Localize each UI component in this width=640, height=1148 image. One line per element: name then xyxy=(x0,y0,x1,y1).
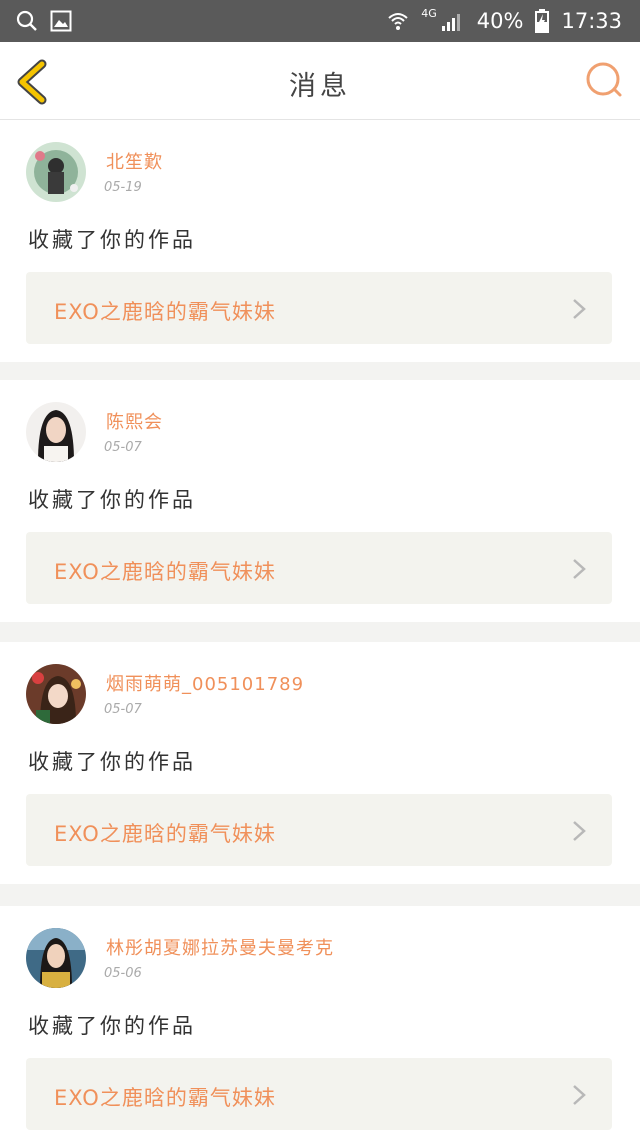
username[interactable]: 北笙歎 xyxy=(106,148,163,174)
wifi-icon xyxy=(388,13,408,30)
avatar[interactable] xyxy=(26,142,86,202)
username[interactable]: 陈熙会 xyxy=(106,408,163,434)
work-title: EXO之鹿晗的霸气妹妹 xyxy=(54,1086,276,1110)
work-link[interactable]: EXO之鹿晗的霸气妹妹 xyxy=(26,272,612,344)
avatar[interactable] xyxy=(26,928,86,988)
message-card: 烟雨萌萌_005101789 05-07 收藏了你的作品 EXO之鹿晗的霸气妹妹 xyxy=(0,642,640,884)
battery-charging-icon xyxy=(535,9,550,33)
message-date: 05-06 xyxy=(104,966,142,981)
chevron-right-icon xyxy=(573,1085,586,1105)
navigation-bar: 消息 xyxy=(0,42,640,120)
username[interactable]: 烟雨萌萌_005101789 xyxy=(106,670,304,696)
message-card: 林彤胡夏娜拉苏曼夫曼考克 05-06 收藏了你的作品 EXO之鹿晗的霸气妹妹 xyxy=(0,906,640,1148)
message-card: 北笙歎 05-19 收藏了你的作品 EXO之鹿晗的霸气妹妹 xyxy=(0,120,640,362)
work-title: EXO之鹿晗的霸气妹妹 xyxy=(54,560,276,584)
clock: 17:33 xyxy=(561,9,622,33)
message-date: 05-19 xyxy=(104,180,142,195)
page-title: 消息 xyxy=(289,71,351,102)
signal-icon xyxy=(441,14,460,31)
work-link[interactable]: EXO之鹿晗的霸气妹妹 xyxy=(26,1058,612,1130)
action-text: 收藏了你的作品 xyxy=(28,750,196,774)
status-bar: 4G 40% 17:33 xyxy=(0,0,640,42)
message-date: 05-07 xyxy=(104,440,142,455)
chevron-right-icon xyxy=(573,299,586,319)
message-date: 05-07 xyxy=(104,702,142,717)
search-bubble-icon xyxy=(586,62,622,97)
network-type: 4G xyxy=(421,6,437,20)
battery-percent: 40% xyxy=(476,9,524,33)
action-text: 收藏了你的作品 xyxy=(28,488,196,512)
work-title: EXO之鹿晗的霸气妹妹 xyxy=(54,822,276,846)
work-link[interactable]: EXO之鹿晗的霸气妹妹 xyxy=(26,532,612,604)
work-title: EXO之鹿晗的霸气妹妹 xyxy=(54,300,276,324)
chevron-right-icon xyxy=(573,559,586,579)
work-link[interactable]: EXO之鹿晗的霸气妹妹 xyxy=(26,794,612,866)
image-icon xyxy=(50,10,72,32)
search-button[interactable] xyxy=(584,60,624,100)
avatar[interactable] xyxy=(26,664,86,724)
search-icon xyxy=(16,10,37,31)
message-card: 陈熙会 05-07 收藏了你的作品 EXO之鹿晗的霸气妹妹 xyxy=(0,380,640,622)
action-text: 收藏了你的作品 xyxy=(28,1014,196,1038)
avatar[interactable] xyxy=(26,402,86,462)
username[interactable]: 林彤胡夏娜拉苏曼夫曼考克 xyxy=(106,934,334,960)
action-text: 收藏了你的作品 xyxy=(28,228,196,252)
chevron-right-icon xyxy=(573,821,586,841)
